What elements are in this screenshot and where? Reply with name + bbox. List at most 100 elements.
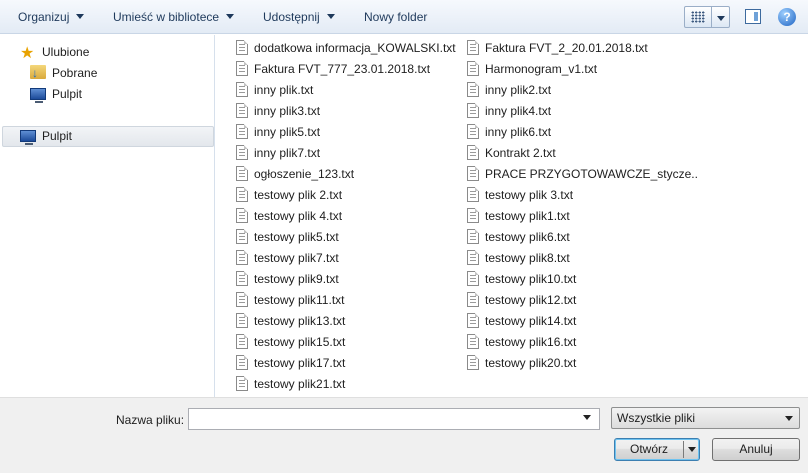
file-name: testowy plik1.txt — [485, 209, 570, 223]
file-name: testowy plik15.txt — [254, 335, 346, 349]
file-name: testowy plik9.txt — [254, 272, 339, 286]
share-button[interactable]: Udostępnij — [263, 8, 335, 26]
file-item[interactable]: testowy plik20.txt — [467, 353, 697, 373]
file-item[interactable]: testowy plik7.txt — [236, 248, 462, 268]
text-file-icon — [236, 82, 248, 97]
help-icon[interactable]: ? — [778, 8, 796, 26]
new-folder-button[interactable]: Nowy folder — [364, 8, 427, 26]
text-file-icon — [236, 103, 248, 118]
text-file-icon — [467, 145, 479, 160]
navigation-pane[interactable]: ★ Ulubione Pobrane Pulpit Pulpit — [0, 35, 215, 397]
file-item[interactable]: testowy plik11.txt — [236, 290, 462, 310]
command-toolbar: Organizuj Umieść w bibliotece Udostępnij… — [0, 0, 808, 34]
open-button-label: Otwórz — [629, 442, 668, 456]
file-item[interactable]: ogłoszenie_123.txt — [236, 164, 462, 184]
library-label: Umieść w bibliotece — [113, 10, 220, 24]
file-item[interactable]: testowy plik5.txt — [236, 227, 462, 247]
file-item[interactable]: inny plik6.txt — [467, 122, 697, 142]
text-file-icon — [236, 229, 248, 244]
organize-menu-button[interactable]: Organizuj — [18, 8, 85, 26]
file-name: testowy plik12.txt — [485, 293, 577, 307]
file-type-select[interactable]: Wszystkie pliki — [611, 407, 800, 429]
file-item[interactable]: testowy plik1.txt — [467, 206, 697, 226]
text-file-icon — [236, 292, 248, 307]
text-file-icon — [236, 376, 248, 391]
new-folder-label: Nowy folder — [364, 10, 428, 24]
text-file-icon — [467, 187, 479, 202]
text-file-icon — [467, 40, 479, 55]
open-button[interactable]: Otwórz — [614, 438, 700, 461]
filename-input[interactable] — [188, 408, 600, 430]
file-item[interactable]: Faktura FVT_777_23.01.2018.txt — [236, 59, 462, 79]
file-item[interactable]: testowy plik12.txt — [467, 290, 697, 310]
file-item[interactable]: testowy plik13.txt — [236, 311, 462, 331]
file-name: inny plik6.txt — [485, 125, 552, 139]
file-item[interactable]: testowy plik14.txt — [467, 311, 697, 331]
file-name: Faktura FVT_2_20.01.2018.txt — [485, 41, 648, 55]
text-file-icon — [236, 313, 248, 328]
text-file-icon — [467, 82, 479, 97]
chevron-down-icon[interactable] — [583, 415, 591, 420]
file-list[interactable]: dodatkowa informacja_KOWALSKI.txt Faktura… — [216, 35, 808, 397]
file-name: inny plik4.txt — [485, 104, 552, 118]
change-view-button[interactable] — [684, 6, 730, 28]
file-item[interactable]: testowy plik9.txt — [236, 269, 462, 289]
filename-label: Nazwa pliku: — [116, 413, 185, 427]
text-file-icon — [467, 103, 479, 118]
file-name: testowy plik5.txt — [254, 230, 339, 244]
chevron-down-icon — [226, 14, 235, 19]
file-item[interactable]: testowy plik21.txt — [236, 374, 462, 394]
file-name: inny plik.txt — [254, 83, 314, 97]
file-name: testowy plik6.txt — [485, 230, 570, 244]
text-file-icon — [467, 61, 479, 76]
file-item[interactable]: inny plik5.txt — [236, 122, 462, 142]
file-item[interactable]: testowy plik15.txt — [236, 332, 462, 352]
file-item[interactable]: testowy plik17.txt — [236, 353, 462, 373]
chevron-down-icon[interactable] — [688, 447, 696, 452]
text-file-icon — [467, 208, 479, 223]
file-item[interactable]: inny plik2.txt — [467, 80, 697, 100]
text-file-icon — [467, 124, 479, 139]
file-name: Harmonogram_v1.txt — [485, 62, 598, 76]
file-item[interactable]: testowy plik8.txt — [467, 248, 697, 268]
text-file-icon — [467, 292, 479, 307]
file-name: PRACE PRZYGOTOWAWCZE_stycze... — [485, 167, 697, 181]
cancel-button[interactable]: Anuluj — [712, 438, 800, 461]
star-icon: ★ — [20, 45, 35, 62]
nav-favorites[interactable]: ★ Ulubione — [20, 42, 89, 62]
file-item[interactable]: inny plik7.txt — [236, 143, 462, 163]
file-item[interactable]: PRACE PRZYGOTOWAWCZE_stycze... — [467, 164, 697, 184]
file-item[interactable]: Faktura FVT_2_20.01.2018.txt — [467, 38, 697, 58]
file-name: dodatkowa informacja_KOWALSKI.txt — [254, 41, 456, 55]
nav-favorites-label: Ulubione — [42, 45, 90, 59]
file-item[interactable]: Harmonogram_v1.txt — [467, 59, 697, 79]
file-item[interactable]: Kontrakt 2.txt — [467, 143, 697, 163]
file-name: testowy plik20.txt — [485, 356, 577, 370]
text-file-icon — [236, 355, 248, 370]
dialog-footer: Nazwa pliku: Wszystkie pliki Otwórz Anul… — [0, 397, 808, 473]
nav-desktop-fav-label: Pulpit — [52, 87, 83, 101]
include-in-library-button[interactable]: Umieść w bibliotece — [113, 8, 235, 26]
file-item[interactable]: testowy plik6.txt — [467, 227, 697, 247]
file-item[interactable]: testowy plik16.txt — [467, 332, 697, 352]
organize-label: Organizuj — [18, 10, 70, 24]
file-item[interactable]: inny plik.txt — [236, 80, 462, 100]
chevron-down-icon — [76, 14, 85, 19]
file-item[interactable]: testowy plik 4.txt — [236, 206, 462, 226]
file-item[interactable]: inny plik4.txt — [467, 101, 697, 121]
file-type-value: Wszystkie pliki — [617, 411, 696, 425]
nav-item-desktop[interactable]: Pulpit — [20, 126, 72, 146]
file-item[interactable]: testowy plik 2.txt — [236, 185, 462, 205]
file-item[interactable]: testowy plik 3.txt — [467, 185, 697, 205]
chevron-down-icon[interactable] — [717, 16, 725, 21]
file-name: ogłoszenie_123.txt — [254, 167, 355, 181]
preview-pane-icon[interactable] — [745, 9, 761, 24]
file-item[interactable]: inny plik3.txt — [236, 101, 462, 121]
text-file-icon — [467, 355, 479, 370]
file-name: testowy plik10.txt — [485, 272, 577, 286]
nav-item-desktop-favorite[interactable]: Pulpit — [30, 84, 82, 104]
nav-item-downloads[interactable]: Pobrane — [30, 63, 97, 83]
divider — [683, 441, 684, 458]
file-item[interactable]: testowy plik10.txt — [467, 269, 697, 289]
file-item[interactable]: dodatkowa informacja_KOWALSKI.txt — [236, 38, 462, 58]
